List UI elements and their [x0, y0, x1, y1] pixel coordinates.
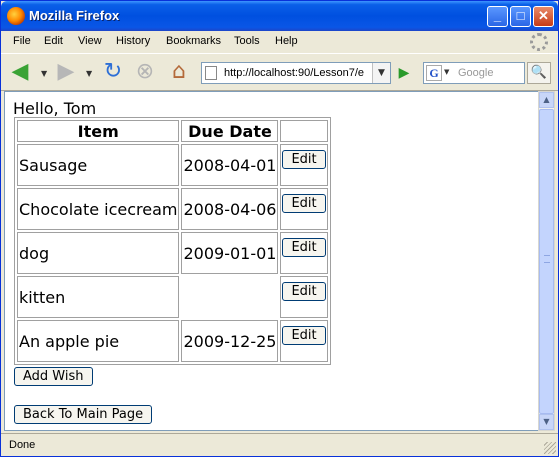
- home-icon[interactable]: ⌂: [166, 59, 192, 85]
- vertical-scrollbar[interactable]: ▲ ▼: [538, 91, 555, 431]
- scroll-up-icon[interactable]: ▲: [539, 92, 554, 108]
- url-bar[interactable]: http://localhost:90/Lesson7/e ▼: [201, 62, 391, 84]
- back-history-dropdown[interactable]: ▼: [41, 69, 47, 78]
- minimize-button[interactable]: _: [487, 6, 508, 27]
- column-header-due-date: Due Date: [181, 120, 279, 142]
- action-cell: Edit: [280, 144, 328, 186]
- action-cell: Edit: [280, 320, 328, 362]
- item-cell: Sausage: [17, 144, 180, 186]
- item-cell: dog: [17, 232, 180, 274]
- search-engine-dropdown[interactable]: ▼: [444, 68, 449, 76]
- menu-help[interactable]: Help: [275, 35, 298, 47]
- action-cell: Edit: [280, 188, 328, 230]
- close-button[interactable]: ✕: [533, 6, 554, 27]
- url-text[interactable]: http://localhost:90/Lesson7/e: [224, 67, 370, 79]
- column-header-item: Item: [17, 120, 180, 142]
- resize-grip-icon[interactable]: [544, 442, 556, 454]
- due-date-cell: 2008-04-01: [181, 144, 279, 186]
- edit-button[interactable]: Edit: [282, 326, 326, 345]
- action-cell: Edit: [280, 232, 328, 274]
- menu-view[interactable]: View: [78, 35, 102, 47]
- table-row: kitten Edit: [17, 276, 328, 318]
- scroll-down-icon[interactable]: ▼: [539, 414, 554, 430]
- due-date-cell: [181, 276, 278, 318]
- item-cell: kitten: [17, 276, 180, 318]
- title-bar[interactable]: Mozilla Firefox _ □ ✕: [1, 1, 558, 31]
- due-date-cell: 2009-01-01: [181, 232, 279, 274]
- menu-file[interactable]: File: [13, 35, 31, 47]
- back-arrow-icon[interactable]: ◀: [7, 59, 33, 85]
- scroll-thumb[interactable]: [539, 109, 554, 414]
- reload-icon[interactable]: ↻: [100, 59, 126, 85]
- go-arrow-icon[interactable]: ▶: [395, 64, 413, 82]
- action-cell: Edit: [280, 276, 328, 318]
- edit-button[interactable]: Edit: [282, 282, 326, 301]
- forward-history-dropdown[interactable]: ▼: [86, 69, 92, 78]
- maximize-button[interactable]: □: [510, 6, 531, 27]
- status-text: Done: [9, 439, 36, 451]
- greeting-text: Hello, Tom: [13, 99, 97, 118]
- menu-tools[interactable]: Tools: [234, 35, 260, 47]
- add-wish-button[interactable]: Add Wish: [14, 367, 93, 386]
- column-header-action: [280, 120, 328, 142]
- menu-bookmarks[interactable]: Bookmarks: [166, 35, 221, 47]
- table-row: dog 2009-01-01 Edit: [17, 232, 328, 274]
- forward-arrow-icon[interactable]: ▶: [53, 59, 79, 85]
- search-engine-icon[interactable]: G: [426, 65, 442, 81]
- table-row: An apple pie 2009-12-25 Edit: [17, 320, 328, 362]
- table-header-row: Item Due Date: [17, 120, 328, 142]
- back-to-main-button[interactable]: Back To Main Page: [14, 405, 153, 424]
- page-icon: [205, 66, 217, 80]
- table-row: Chocolate icecream 2008-04-06 Edit: [17, 188, 328, 230]
- browser-window: Mozilla Firefox _ □ ✕ File Edit View His…: [0, 0, 559, 457]
- throbber-icon: [530, 33, 548, 51]
- navigation-toolbar: ◀ ▼ ▶ ▼ ↻ ⊗ ⌂ http://localhost:90/Lesson…: [1, 53, 558, 91]
- search-placeholder[interactable]: Google: [458, 67, 493, 79]
- grip-icon: [544, 255, 550, 263]
- edit-button[interactable]: Edit: [282, 150, 326, 169]
- table-row: Sausage 2008-04-01 Edit: [17, 144, 328, 186]
- search-bar[interactable]: G ▼ Google: [423, 62, 525, 84]
- due-date-cell: 2008-04-06: [181, 188, 279, 230]
- page-content: Hello, Tom Item Due Date Sausage 2008-04…: [4, 91, 539, 431]
- stop-icon[interactable]: ⊗: [132, 59, 158, 85]
- due-date-cell: 2009-12-25: [181, 320, 279, 362]
- window-title: Mozilla Firefox: [29, 8, 120, 23]
- edit-button[interactable]: Edit: [282, 238, 326, 257]
- firefox-logo-icon: [7, 7, 25, 25]
- url-history-dropdown[interactable]: ▼: [372, 63, 390, 83]
- menu-history[interactable]: History: [116, 35, 150, 47]
- menu-edit[interactable]: Edit: [44, 35, 63, 47]
- status-bar: Done: [1, 433, 558, 456]
- item-cell: Chocolate icecream: [17, 188, 180, 230]
- wish-table: Item Due Date Sausage 2008-04-01 Edit Ch…: [14, 117, 331, 365]
- edit-button[interactable]: Edit: [282, 194, 326, 213]
- item-cell: An apple pie: [17, 320, 180, 362]
- menu-bar: File Edit View History Bookmarks Tools H…: [1, 31, 558, 53]
- magnifier-icon[interactable]: 🔍: [527, 62, 551, 84]
